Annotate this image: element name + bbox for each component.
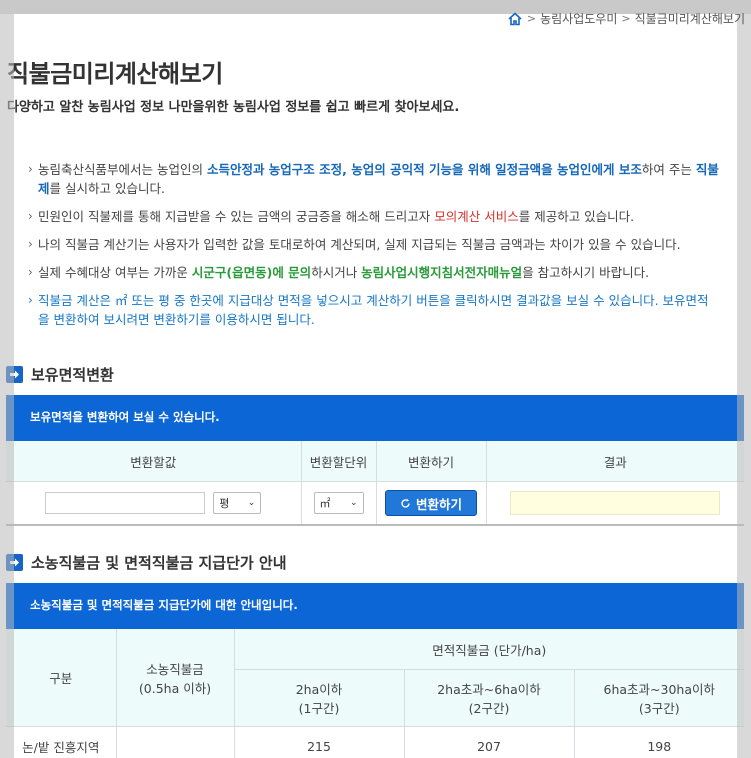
list-item: 실제 수혜대상 여부는 가까운 시군구(읍면동)에 문의하시거나 농림사업시행지… [28,263,720,282]
col-header: 2ha이하 (1구간) [234,669,405,727]
backdrop-left [0,14,14,758]
page-title: 직불금미리계산해보기 [7,60,223,88]
page-subtitle: 다양하고 알찬 농림사업 정보 나만을위한 농림사업 정보를 쉽고 빠르게 찾아… [7,100,460,115]
col-header: 면적직불금 (단가/ha) [233,627,744,670]
breadcrumb: > 농림사업도우미 > 직불금미리계산해보기 [507,10,745,27]
col-header: 변환할단위 [300,439,377,482]
col-header: 구분 [6,627,117,727]
chevron-down-icon: ⌄ [247,498,256,508]
list-item: 나의 직불금 계산기는 사용자가 입력한 값을 토대로하여 계산되며, 실제 지… [28,235,720,254]
info-list: 농림축산식품부에서는 농업인의 소득안정과 농업구조 조정, 농업의 공익적 기… [28,160,720,338]
convert-button[interactable]: 변환하기 [384,490,477,516]
section-heading-rates: 소농직불금 및 면적직불금 지급단가 안내 [6,552,287,573]
unit-from-select[interactable]: 평 ⌄ [213,492,262,514]
col-header: 변환하기 [375,439,487,482]
col-header: 변환할값 [6,439,302,482]
chevron-right-icon: > [621,12,631,25]
convert-table: 변환할값 변환할단위 변환하기 결과 평 ⌄ ㎡ ⌄ 변환하기 [6,439,744,526]
convert-value-input[interactable] [45,492,206,514]
page: > 농림사업도우미 > 직불금미리계산해보기 직불금미리계산해보기 다양하고 알… [0,0,751,758]
breadcrumb-item-helper[interactable]: 농림사업도우미 [540,10,617,27]
chevron-down-icon: ⌄ [349,498,358,508]
chevron-right-icon: > [526,12,537,25]
unit-to-select[interactable]: ㎡ ⌄ [313,492,364,514]
table-row: 논/밭 진흥지역 215 207 198 [6,726,744,758]
col-header: 6ha초과~30ha이하 (3구간) [573,669,744,727]
list-item: 민원인이 직불제를 통해 지급받을 수 있는 금액의 궁금증을 해소해 드리고자… [28,207,720,226]
col-header: 결과 [485,439,744,482]
list-item: 직불금 계산은 ㎡ 또는 평 중 한곳에 지급대상 면적을 넣으시고 계산하기 … [28,291,720,329]
section-heading-convert: 보유면적변환 [6,364,114,385]
convert-info-bar: 보유면적을 변환하여 보실 수 있습니다. [6,395,744,439]
refresh-icon [401,498,410,508]
rates-table: 구분 소농직불금 (0.5ha 이하) 면적직불금 (단가/ha) 2ha이하 (1… [6,627,744,758]
manual-link[interactable]: 농림사업시행지침서전자매뉴얼 [361,265,522,280]
list-item: 농림축산식품부에서는 농업인의 소득안정과 농업구조 조정, 농업의 공익적 기… [28,160,720,198]
convert-result-field [510,491,721,515]
backdrop-right [737,14,751,758]
col-header: 소농직불금 (0.5ha 이하) [115,627,235,727]
home-icon[interactable] [507,11,523,27]
col-header: 2ha초과~6ha이하 (2구간) [403,669,575,727]
rates-info-bar: 소농직불금 및 면적직불금 지급단가에 대한 안내입니다. [6,583,744,627]
breadcrumb-item-current: 직불금미리계산해보기 [634,12,745,26]
